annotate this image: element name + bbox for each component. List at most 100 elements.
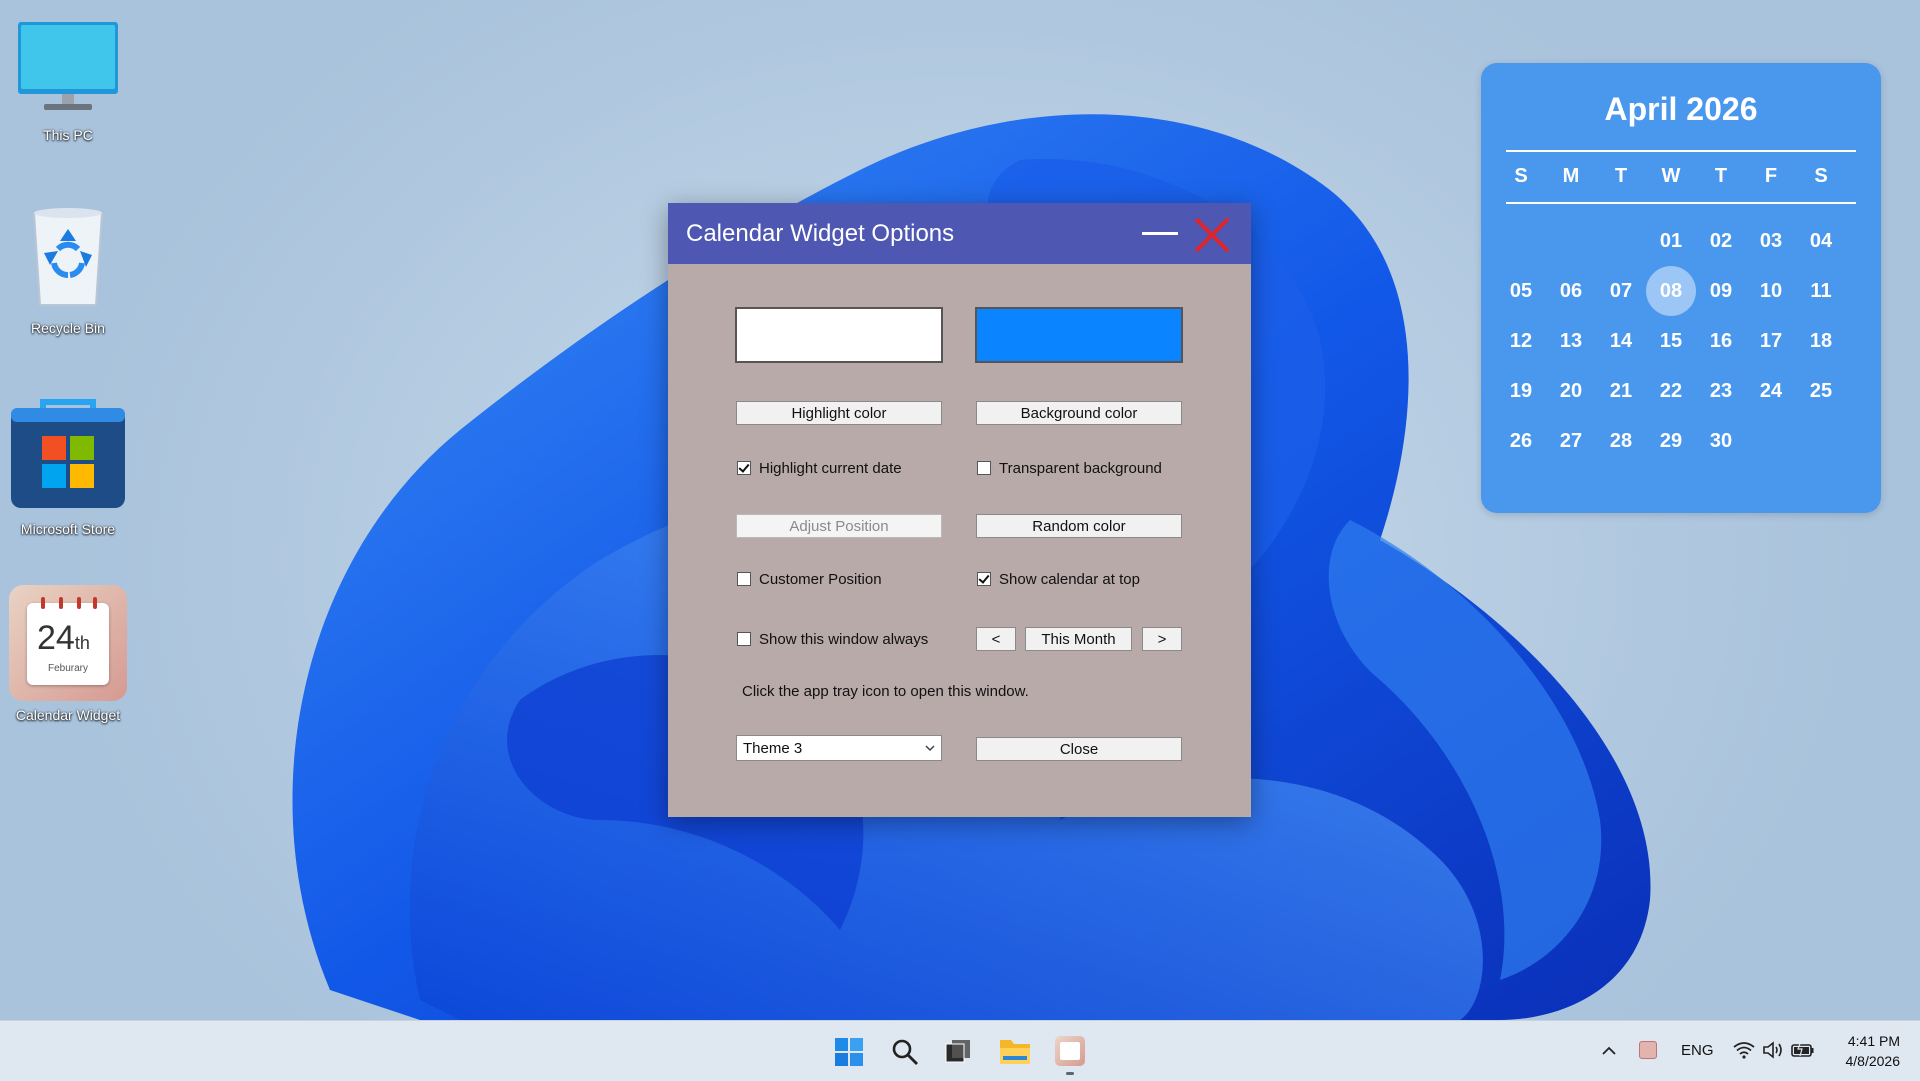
customer-position-option[interactable]: Customer Position xyxy=(737,569,882,589)
calendar-day: 18 xyxy=(1809,330,1833,352)
highlight-current-date-checkbox[interactable] xyxy=(737,461,751,475)
transparent-background-checkbox[interactable] xyxy=(977,461,991,475)
volume-icon[interactable] xyxy=(1762,1041,1784,1059)
desktop-icon-label: Calendar Widget xyxy=(15,707,121,723)
wifi-icon[interactable] xyxy=(1733,1041,1755,1059)
calendar-day: 24 xyxy=(1759,380,1783,402)
calendar-day: 15 xyxy=(1659,330,1683,352)
store-icon xyxy=(11,399,125,508)
calendar-app-icon: 24th Feburary xyxy=(9,585,127,701)
show-window-always-option[interactable]: Show this window always xyxy=(737,629,928,649)
file-explorer-icon[interactable] xyxy=(999,1036,1031,1066)
desktop-icon-this-pc[interactable]: This PC xyxy=(8,20,128,143)
previous-month-button[interactable]: < xyxy=(976,627,1016,651)
dialog-hint-text: Click the app tray icon to open this win… xyxy=(742,683,1029,700)
search-icon[interactable] xyxy=(891,1038,919,1066)
show-calendar-top-option[interactable]: Show calendar at top xyxy=(977,569,1140,589)
calendar-day: 19 xyxy=(1509,380,1533,402)
taskbar: ENG 4:41 PM 4/8/2026 xyxy=(0,1020,1920,1081)
calendar-weekday: T xyxy=(1714,165,1728,187)
clock-time: 4:41 PM xyxy=(1847,1033,1900,1049)
calendar-day: 07 xyxy=(1609,280,1633,302)
calendar-day: 01 xyxy=(1659,230,1683,252)
dialog-titlebar[interactable]: Calendar Widget Options xyxy=(668,203,1251,264)
transparent-background-option[interactable]: Transparent background xyxy=(977,458,1162,478)
background-color-button[interactable]: Background color xyxy=(976,401,1182,425)
adjust-position-button[interactable]: Adjust Position xyxy=(736,514,942,538)
calendar-weekday: W xyxy=(1661,165,1681,187)
calendar-day: 29 xyxy=(1659,430,1683,452)
minimize-icon xyxy=(1142,232,1178,235)
chevron-up-icon[interactable] xyxy=(1601,1043,1617,1059)
calendar-weekday: T xyxy=(1614,165,1628,187)
calendar-month-title: April 2026 xyxy=(1604,91,1758,127)
random-color-button[interactable]: Random color xyxy=(976,514,1182,538)
desktop-icon-label: This PC xyxy=(43,127,93,143)
highlight-current-date-label: Highlight current date xyxy=(759,459,902,477)
monitor-icon xyxy=(18,22,118,110)
customer-position-checkbox[interactable] xyxy=(737,572,751,586)
calendar-app-day: 24 xyxy=(37,619,75,657)
minimize-button[interactable] xyxy=(1140,217,1180,251)
calendar-day: 14 xyxy=(1609,330,1633,352)
theme-dropdown[interactable]: Theme 3 xyxy=(736,735,942,761)
desktop: This PC Recycle Bin Microsoft Store 24th… xyxy=(0,0,1920,1020)
calendar-day: 28 xyxy=(1609,430,1633,452)
calendar-day: 04 xyxy=(1809,230,1833,252)
close-button[interactable]: Close xyxy=(976,737,1182,761)
battery-icon[interactable] xyxy=(1791,1041,1815,1059)
calendar-day: 27 xyxy=(1559,430,1583,452)
transparent-background-label: Transparent background xyxy=(999,459,1162,477)
highlight-current-date-option[interactable]: Highlight current date xyxy=(737,458,902,478)
windows-start-icon[interactable] xyxy=(834,1037,864,1067)
highlight-color-swatch xyxy=(735,307,943,363)
calendar-app-month: Feburary xyxy=(47,663,88,674)
show-calendar-top-checkbox[interactable] xyxy=(977,572,991,586)
desktop-icon-label: Recycle Bin xyxy=(31,320,105,336)
options-dialog: Calendar Widget Options Highlight color … xyxy=(668,203,1251,817)
calendar-day: 08 xyxy=(1659,280,1683,302)
chevron-down-icon xyxy=(925,745,935,752)
calendar-widget-taskbar-icon[interactable] xyxy=(1055,1036,1085,1066)
desktop-icon-calendar-widget[interactable]: 24th Feburary Calendar Widget xyxy=(8,585,128,723)
calendar-day: 03 xyxy=(1759,230,1783,252)
active-app-indicator xyxy=(1066,1072,1074,1075)
next-month-button[interactable]: > xyxy=(1142,627,1182,651)
calendar-divider xyxy=(1506,150,1856,152)
calendar-day: 06 xyxy=(1559,280,1583,302)
calendar-divider xyxy=(1506,202,1856,204)
close-icon[interactable] xyxy=(1192,215,1232,255)
desktop-icon-microsoft-store[interactable]: Microsoft Store xyxy=(8,392,128,537)
clock-date: 4/8/2026 xyxy=(1845,1053,1901,1069)
calendar-day: 17 xyxy=(1759,330,1783,352)
calendar-day: 11 xyxy=(1810,280,1832,302)
background-color-swatch xyxy=(975,307,1183,363)
calendar-day: 30 xyxy=(1709,430,1733,452)
calendar-weekday: M xyxy=(1562,165,1580,187)
show-window-always-label: Show this window always xyxy=(759,630,929,648)
calendar-weekday: S xyxy=(1514,165,1528,187)
calendar-day: 16 xyxy=(1709,330,1733,352)
calendar-day: 26 xyxy=(1509,430,1533,452)
calendar-tray-icon[interactable] xyxy=(1639,1041,1657,1059)
theme-dropdown-value: Theme 3 xyxy=(743,740,803,757)
calendar-day: 09 xyxy=(1709,280,1733,302)
calendar-day: 20 xyxy=(1559,380,1583,402)
calendar-day: 23 xyxy=(1709,380,1733,402)
show-window-always-checkbox[interactable] xyxy=(737,632,751,646)
desktop-icon-recycle-bin[interactable]: Recycle Bin xyxy=(8,205,128,336)
system-clock[interactable]: 4:41 PM 4/8/2026 xyxy=(1820,1031,1901,1071)
calendar-day: 10 xyxy=(1759,280,1783,302)
this-month-button[interactable]: This Month xyxy=(1025,627,1132,651)
task-view-icon[interactable] xyxy=(944,1038,972,1066)
calendar-day: 12 xyxy=(1509,330,1533,352)
recycle-bin-icon xyxy=(32,208,104,306)
highlight-color-button[interactable]: Highlight color xyxy=(736,401,942,425)
customer-position-label: Customer Position xyxy=(759,570,882,588)
calendar-weekday: S xyxy=(1814,165,1828,187)
language-indicator[interactable]: ENG xyxy=(1681,1042,1714,1059)
calendar-weekday: F xyxy=(1764,165,1778,187)
calendar-widget[interactable]: April 2026 S M T W T F S 01 02 03 04 05 06 07 08 09 10 11… xyxy=(1481,63,1881,513)
calendar-day: 02 xyxy=(1709,230,1733,252)
show-calendar-top-label: Show calendar at top xyxy=(999,570,1140,588)
